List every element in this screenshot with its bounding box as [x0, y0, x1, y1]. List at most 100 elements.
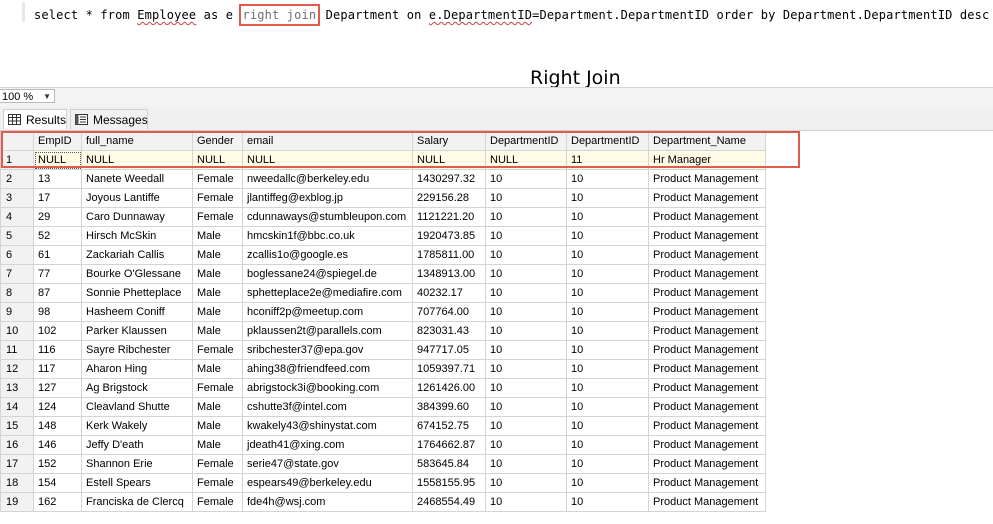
table-cell[interactable]: 10	[566, 416, 649, 436]
table-cell[interactable]: 10	[485, 473, 567, 493]
table-cell[interactable]: 823031.43	[412, 321, 486, 341]
table-row[interactable]: 17 152 Shannon Erie Female serie47@state.gov…	[0, 454, 766, 474]
table-cell[interactable]: 10	[485, 188, 567, 208]
table-row[interactable]: 10 102 Parker Klaussen Male pklaussen2t@para…	[0, 321, 766, 341]
table-cell[interactable]: 583645.84	[412, 454, 486, 474]
table-row[interactable]: 5 52 Hirsch McSkin Male hmcskin1f@bbc.co.uk 1…	[0, 226, 766, 246]
table-cell[interactable]: 117	[33, 359, 82, 379]
table-cell[interactable]: 52	[33, 226, 82, 246]
query-editor[interactable]: select * from Employee as e right join D…	[0, 0, 993, 89]
table-cell[interactable]: 10	[566, 226, 649, 246]
table-cell[interactable]: 947717.05	[412, 340, 486, 360]
table-cell[interactable]: 1558155.95	[412, 473, 486, 493]
table-cell[interactable]: 10	[485, 169, 567, 189]
table-cell[interactable]: 10	[566, 435, 649, 455]
table-cell[interactable]: 10	[485, 245, 567, 265]
table-cell[interactable]: 87	[33, 283, 82, 303]
table-cell[interactable]: 10	[485, 492, 567, 512]
table-cell[interactable]: Product Management	[648, 169, 766, 189]
table-cell[interactable]: 61	[33, 245, 82, 265]
table-cell[interactable]: 10	[485, 454, 567, 474]
table-row[interactable]: 7 77 Bourke O'Glessane Male boglessane24@spi…	[0, 264, 766, 284]
column-header[interactable]: DepartmentID	[485, 131, 567, 151]
zoom-select[interactable]: 100 % ▼	[0, 89, 55, 103]
row-number-cell[interactable]: 10	[0, 321, 34, 341]
table-cell[interactable]: Male	[192, 226, 243, 246]
table-cell[interactable]: 10	[566, 207, 649, 227]
table-cell[interactable]: 229156.28	[412, 188, 486, 208]
table-cell[interactable]: sphetteplace2e@mediafire.com	[242, 283, 413, 303]
table-row[interactable]: 15 148 Kerk Wakely Male kwakely43@shinystat.…	[0, 416, 766, 436]
table-cell[interactable]: pklaussen2t@parallels.com	[242, 321, 413, 341]
table-cell[interactable]: boglessane24@spiegel.de	[242, 264, 413, 284]
table-cell[interactable]: Male	[192, 245, 243, 265]
row-number-cell[interactable]: 8	[0, 283, 34, 303]
table-cell[interactable]: 154	[33, 473, 82, 493]
table-cell[interactable]: Male	[192, 397, 243, 417]
row-number-cell[interactable]: 2	[0, 169, 34, 189]
table-cell[interactable]: Product Management	[648, 188, 766, 208]
table-cell[interactable]: NULL	[485, 150, 567, 170]
sql-query-line[interactable]: select * from Employee as e right join D…	[34, 4, 989, 26]
table-cell[interactable]: 13	[33, 169, 82, 189]
table-cell[interactable]: Product Management	[648, 454, 766, 474]
table-cell[interactable]: 40232.17	[412, 283, 486, 303]
table-cell[interactable]: 77	[33, 264, 82, 284]
table-cell[interactable]: Male	[192, 283, 243, 303]
table-cell[interactable]: Product Management	[648, 283, 766, 303]
table-cell[interactable]: 124	[33, 397, 82, 417]
tab-messages[interactable]: Messages	[70, 109, 148, 129]
table-cell[interactable]: Male	[192, 321, 243, 341]
row-number-cell[interactable]: 11	[0, 340, 34, 360]
table-cell[interactable]: 10	[566, 359, 649, 379]
table-cell[interactable]: 10	[566, 188, 649, 208]
table-cell[interactable]: 1348913.00	[412, 264, 486, 284]
row-number-cell[interactable]: 19	[0, 492, 34, 512]
table-cell[interactable]: Caro Dunnaway	[81, 207, 193, 227]
table-row[interactable]: 16 146 Jeffy D'eath Male jdeath41@xing.com 17…	[0, 435, 766, 455]
table-cell[interactable]: 1059397.71	[412, 359, 486, 379]
table-cell[interactable]: 152	[33, 454, 82, 474]
table-cell[interactable]: Product Management	[648, 416, 766, 436]
table-cell[interactable]: 10	[485, 359, 567, 379]
table-cell[interactable]: 10	[566, 473, 649, 493]
table-cell[interactable]: Cleavland Shutte	[81, 397, 193, 417]
table-cell[interactable]: NULL	[33, 150, 82, 170]
table-cell[interactable]: Hr Manager	[648, 150, 766, 170]
table-row[interactable]: 13 127 Ag Brigstock Female abrigstock3i@book…	[0, 378, 766, 398]
row-number-cell[interactable]: 7	[0, 264, 34, 284]
table-cell[interactable]: 10	[566, 302, 649, 322]
table-row[interactable]: 1 NULL NULL NULL NULL NULL NULL 11 Hr Manager	[0, 150, 766, 170]
table-cell[interactable]: 10	[566, 169, 649, 189]
table-cell[interactable]: nweedallc@berkeley.edu	[242, 169, 413, 189]
table-cell[interactable]: 1261426.00	[412, 378, 486, 398]
table-row[interactable]: 9 98 Hasheem Coniff Male hconiff2p@meetup.co…	[0, 302, 766, 322]
column-header[interactable]: EmpID	[33, 131, 82, 151]
row-number-cell[interactable]: 13	[0, 378, 34, 398]
row-number-cell[interactable]: 6	[0, 245, 34, 265]
table-cell[interactable]: 384399.60	[412, 397, 486, 417]
table-cell[interactable]: 674152.75	[412, 416, 486, 436]
table-cell[interactable]: espears49@berkeley.edu	[242, 473, 413, 493]
table-cell[interactable]: Male	[192, 416, 243, 436]
table-cell[interactable]: 10	[485, 283, 567, 303]
table-cell[interactable]: Product Management	[648, 378, 766, 398]
table-cell[interactable]: 10	[485, 416, 567, 436]
table-cell[interactable]: Nanete Weedall	[81, 169, 193, 189]
table-cell[interactable]: Male	[192, 302, 243, 322]
table-row[interactable]: 18 154 Estell Spears Female espears49@berkel…	[0, 473, 766, 493]
table-row[interactable]: 19 162 Franciska de Clercq Female fde4h@wsj.…	[0, 492, 766, 512]
table-cell[interactable]: Ag Brigstock	[81, 378, 193, 398]
table-cell[interactable]: Bourke O'Glessane	[81, 264, 193, 284]
table-cell[interactable]: kwakely43@shinystat.com	[242, 416, 413, 436]
table-cell[interactable]: cdunnaways@stumbleupon.com	[242, 207, 413, 227]
table-cell[interactable]: Zackariah Callis	[81, 245, 193, 265]
table-cell[interactable]: Hirsch McSkin	[81, 226, 193, 246]
table-cell[interactable]: 2468554.49	[412, 492, 486, 512]
table-cell[interactable]: Male	[192, 359, 243, 379]
table-row[interactable]: 8 87 Sonnie Phetteplace Male sphetteplace2e@…	[0, 283, 766, 303]
row-number-cell[interactable]: 3	[0, 188, 34, 208]
table-cell[interactable]: Product Management	[648, 359, 766, 379]
table-cell[interactable]: Female	[192, 492, 243, 512]
table-cell[interactable]: Female	[192, 454, 243, 474]
